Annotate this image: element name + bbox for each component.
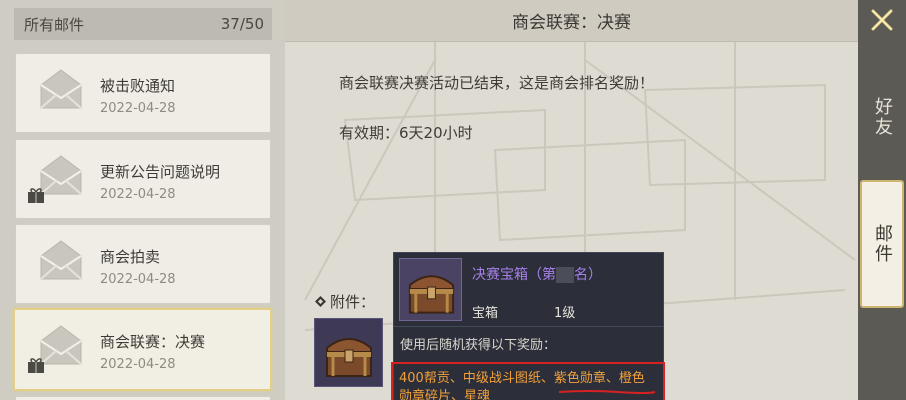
redacted-rank <box>556 267 574 283</box>
reward-text: 星魂 <box>464 389 491 400</box>
mail-detail-panel: 商会联赛：决赛 商会联赛决赛活动已结束，这是商会排名奖励！ 有效期：6天20小时… <box>285 0 858 400</box>
mail-title: 被击败通知 <box>100 77 176 95</box>
tooltip-divider <box>394 326 663 327</box>
gift-icon <box>28 358 44 373</box>
reward-text: 400帮贡、中级战斗图纸、 <box>399 371 554 386</box>
tooltip-item-type: 宝箱 <box>472 306 499 321</box>
mail-list-header: 所有邮件 37/50 <box>14 8 272 40</box>
reward-text: 、 <box>451 389 465 400</box>
reward-text: 、 <box>605 371 619 386</box>
mail-date: 2022-04-28 <box>100 101 176 116</box>
mail-date: 2022-04-28 <box>100 357 176 372</box>
mail-date: 2022-04-28 <box>100 272 176 287</box>
reward-text: 紫色勋章 <box>553 371 606 386</box>
mail-date: 2022-04-28 <box>100 187 176 202</box>
detail-title-bar: 商会联赛：决赛 <box>285 0 858 42</box>
mail-title: 商会联赛：决赛 <box>100 333 206 351</box>
mail-list-label: 所有邮件 <box>24 15 85 34</box>
mail-item-selected[interactable]: 商会联赛：决赛 2022-04-28 <box>13 308 272 391</box>
close-x-icon[interactable] <box>870 8 894 32</box>
treasure-chest-icon <box>408 275 455 314</box>
detail-title: 商会联赛：决赛 <box>512 13 631 33</box>
mail-title: 商会拍卖 <box>100 248 161 266</box>
attachment-label-text: 附件： <box>330 293 376 311</box>
tooltip-item-icon <box>399 258 462 321</box>
tab-friends[interactable]: 好友 <box>860 72 904 162</box>
tooltip-item-level: 1级 <box>554 306 576 321</box>
rewards-line-1: 400帮贡、中级战斗图纸、紫色勋章、橙色 <box>399 370 663 388</box>
side-rail: 好友 邮件 <box>858 0 906 400</box>
mail-item-partial[interactable] <box>15 396 271 400</box>
tooltip-item-name: 决赛宝箱（第 名） <box>472 264 602 284</box>
tooltip-description: 使用后随机获得以下奖励： <box>400 338 557 353</box>
tab-mail[interactable]: 邮件 <box>860 180 904 308</box>
item-name-prefix: 决赛宝箱（第 <box>472 267 556 283</box>
attachment-item-slot[interactable] <box>314 318 383 387</box>
mail-item[interactable]: 更新公告问题说明 2022-04-28 <box>15 139 271 219</box>
reward-text: 勋章碎片 <box>399 389 452 400</box>
mail-title: 更新公告问题说明 <box>100 163 221 181</box>
mail-count: 37/50 <box>220 15 264 33</box>
red-underline-mark <box>558 390 656 394</box>
mail-validity: 有效期：6天20小时 <box>339 124 473 142</box>
mail-body-text: 商会联赛决赛活动已结束，这是商会排名奖励！ <box>339 74 655 92</box>
envelope-icon <box>40 69 82 109</box>
diamond-bullet-icon <box>315 296 326 307</box>
reward-text: 橙色 <box>618 371 645 386</box>
attachment-label: 附件： <box>315 291 375 312</box>
gift-icon <box>28 188 44 203</box>
mail-item[interactable]: 商会拍卖 2022-04-28 <box>15 224 271 304</box>
treasure-chest-icon <box>326 338 372 377</box>
item-name-suffix: 名） <box>574 267 602 283</box>
item-tooltip: 决赛宝箱（第 名） 宝箱 1级 使用后随机获得以下奖励： 400帮贡、中级战斗图纸… <box>391 252 665 400</box>
mail-list-panel: 所有邮件 37/50 被击败通知 2022-04-28 更新公告问题说明 202… <box>0 0 285 400</box>
mail-item[interactable]: 被击败通知 2022-04-28 <box>15 53 271 133</box>
envelope-icon <box>40 240 82 280</box>
